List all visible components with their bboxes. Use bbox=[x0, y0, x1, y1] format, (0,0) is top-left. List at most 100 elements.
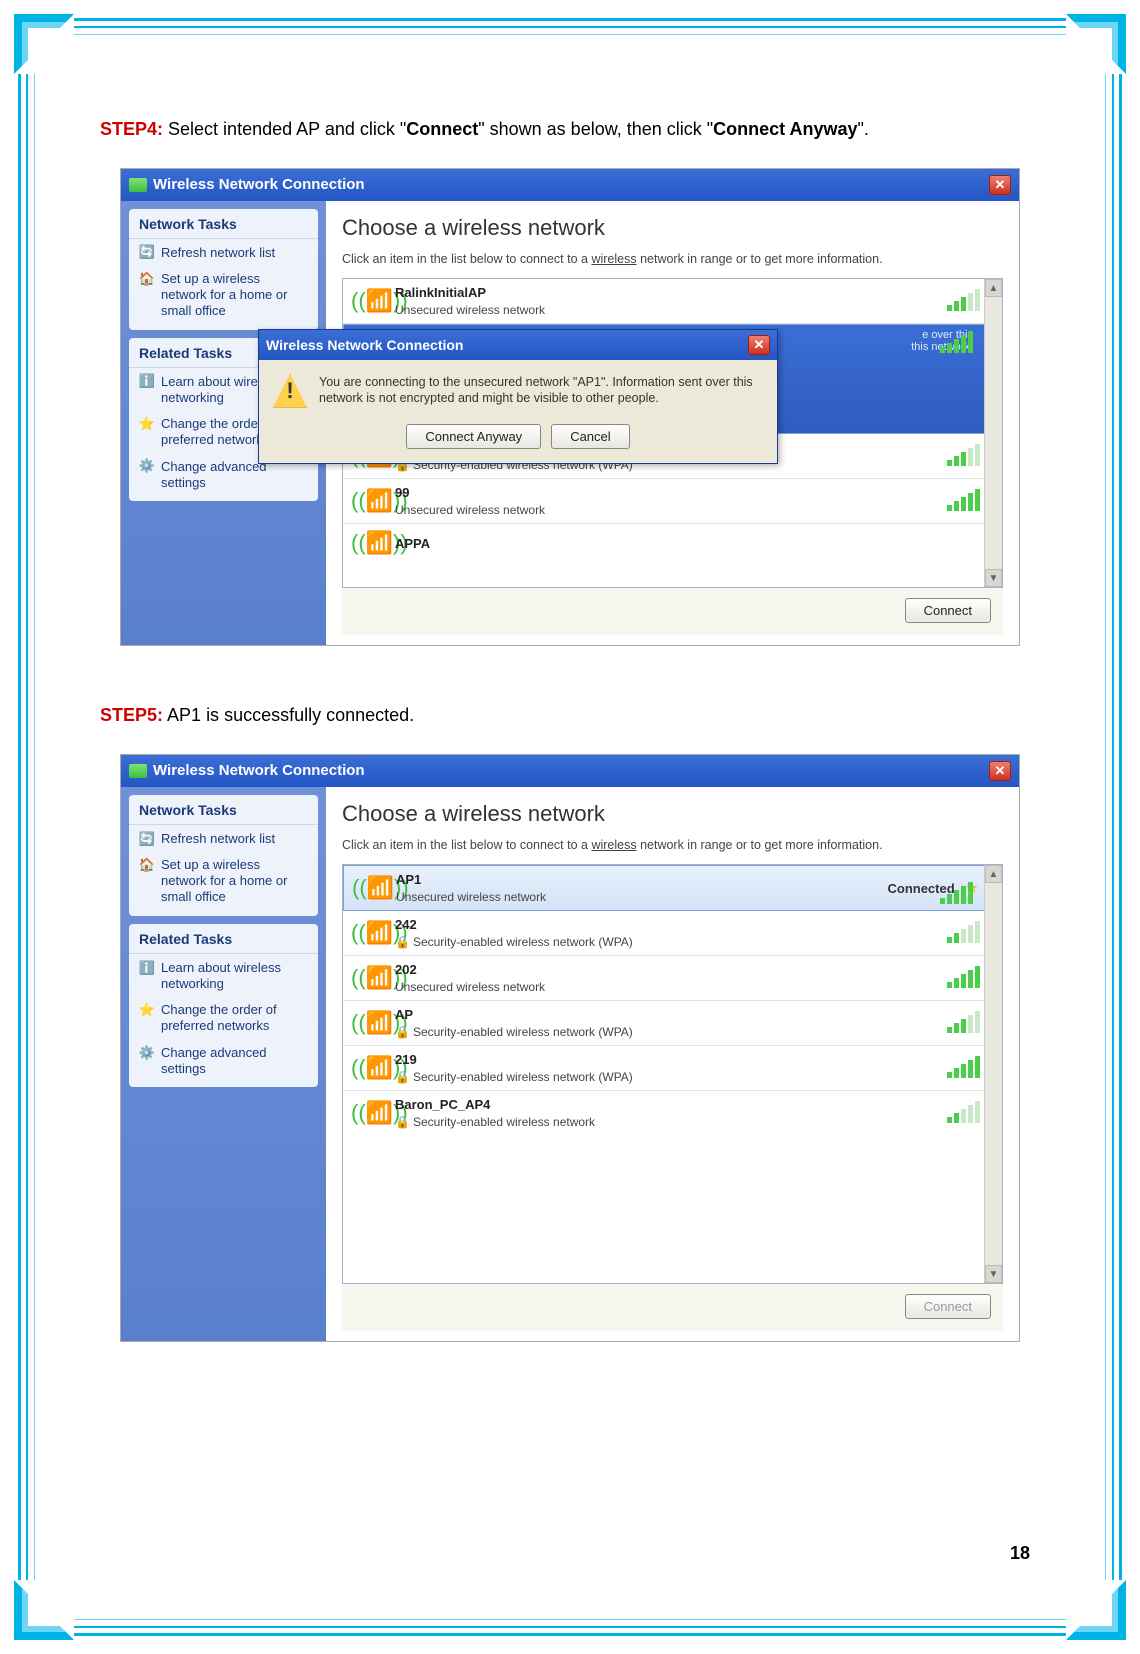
choose-network-heading: Choose a wireless network bbox=[342, 801, 1003, 827]
signal-bars-icon bbox=[929, 884, 973, 904]
network-name: 242 bbox=[395, 917, 926, 932]
network-security: Unsecured wireless network bbox=[395, 980, 926, 994]
network-security: Unsecured wireless network bbox=[396, 890, 877, 904]
choose-network-subtext: Click an item in the list below to conne… bbox=[342, 251, 1003, 269]
corner-decoration bbox=[1066, 1580, 1126, 1640]
signal-bars-icon bbox=[936, 491, 980, 511]
scrollbar[interactable]: ▲ ▼ bbox=[984, 865, 1002, 1283]
signal-bars-icon bbox=[936, 1013, 980, 1033]
info-icon: ℹ️ bbox=[139, 374, 155, 390]
step5-label: STEP5: bbox=[100, 705, 163, 725]
wifi-icon: ((📶)) bbox=[351, 1010, 385, 1036]
step4-connect-bold: Connect bbox=[406, 119, 478, 139]
dialog-close-button[interactable]: ✕ bbox=[748, 335, 770, 355]
window-title: Wireless Network Connection bbox=[153, 762, 365, 779]
wifi-icon: ((📶)) bbox=[351, 965, 385, 991]
wifi-icon: ((📶)) bbox=[351, 920, 385, 946]
network-name: 99 bbox=[395, 485, 926, 500]
network-item[interactable]: ((📶)) 202 Unsecured wireless network bbox=[343, 956, 1002, 1001]
wifi-icon: ((📶)) bbox=[351, 288, 385, 314]
connect-anyway-button[interactable]: Connect Anyway bbox=[406, 424, 541, 449]
screenshot-step5: Wireless Network Connection ✕ Network Ta… bbox=[120, 754, 1020, 1343]
dialog-title: Wireless Network Connection bbox=[266, 337, 463, 353]
network-item[interactable]: ((📶)) 99 Unsecured wireless network bbox=[343, 479, 1002, 524]
connect-button[interactable]: Connect bbox=[905, 598, 991, 623]
lock-icon: 🔒 bbox=[395, 1115, 410, 1129]
learn-wireless-link[interactable]: ℹ️ Learn about wireless networking bbox=[129, 954, 318, 997]
setup-icon: 🏠 bbox=[139, 857, 155, 873]
network-name: APPA bbox=[395, 536, 980, 551]
screenshot-step4: Wireless Network Connection ✕ Network Ta… bbox=[120, 168, 1020, 647]
network-security: Unsecured wireless network bbox=[395, 303, 926, 317]
dialog-message: You are connecting to the unsecured netw… bbox=[319, 374, 763, 408]
signal-bars-icon bbox=[936, 446, 980, 466]
signal-bars-icon bbox=[936, 291, 980, 311]
corner-decoration bbox=[14, 14, 74, 74]
window-title: Wireless Network Connection bbox=[153, 176, 365, 193]
info-icon: ℹ️ bbox=[139, 960, 155, 976]
scroll-down-icon[interactable]: ▼ bbox=[985, 1265, 1002, 1283]
network-tasks-heading: Network Tasks bbox=[129, 795, 318, 825]
network-security: 🔒Security-enabled wireless network (WPA) bbox=[395, 1025, 926, 1039]
network-item[interactable]: ((📶)) Baron_PC_AP4 🔒Security-enabled wir… bbox=[343, 1091, 1002, 1135]
wifi-icon: ((📶)) bbox=[352, 875, 386, 901]
network-name: RalinkInitialAP bbox=[395, 285, 926, 300]
signal-bars-icon bbox=[936, 1058, 980, 1078]
scrollbar[interactable]: ▲ ▼ bbox=[984, 279, 1002, 587]
signal-bars-icon bbox=[929, 333, 973, 353]
network-item-connected[interactable]: ((📶)) AP1 Unsecured wireless network Con… bbox=[343, 865, 1002, 911]
dialog-titlebar: Wireless Network Connection ✕ bbox=[259, 330, 777, 360]
main-pane: Choose a wireless network Click an item … bbox=[326, 201, 1019, 646]
gear-icon: ⚙️ bbox=[139, 459, 155, 475]
related-tasks-heading: Related Tasks bbox=[129, 924, 318, 954]
network-name: 219 bbox=[395, 1052, 926, 1067]
refresh-icon: 🔄 bbox=[139, 831, 155, 847]
gear-icon: ⚙️ bbox=[139, 1045, 155, 1061]
scroll-down-icon[interactable]: ▼ bbox=[985, 569, 1002, 587]
network-security: 🔒Security-enabled wireless network (WPA) bbox=[395, 935, 926, 949]
network-item[interactable]: ((📶)) APPA bbox=[343, 524, 1002, 562]
corner-decoration bbox=[14, 1580, 74, 1640]
step4-connect-anyway-bold: Connect Anyway bbox=[713, 119, 857, 139]
main-pane: Choose a wireless network Click an item … bbox=[326, 787, 1019, 1342]
change-order-link[interactable]: ⭐ Change the order of preferred networks bbox=[129, 996, 318, 1039]
refresh-network-list-link[interactable]: 🔄 Refresh network list bbox=[129, 239, 318, 265]
refresh-network-list-link[interactable]: 🔄 Refresh network list bbox=[129, 825, 318, 851]
network-security: Unsecured wireless network bbox=[395, 503, 926, 517]
star-icon: ⭐ bbox=[139, 1002, 155, 1018]
wifi-icon: ((📶)) bbox=[351, 1055, 385, 1081]
scroll-up-icon[interactable]: ▲ bbox=[985, 279, 1002, 297]
setup-icon: 🏠 bbox=[139, 271, 155, 287]
scroll-up-icon[interactable]: ▲ bbox=[985, 865, 1002, 883]
star-icon: ⭐ bbox=[139, 416, 155, 432]
network-item[interactable]: ((📶)) 242 🔒Security-enabled wireless net… bbox=[343, 911, 1002, 956]
connect-button[interactable]: Connect bbox=[905, 1294, 991, 1319]
sidebar: Network Tasks 🔄 Refresh network list 🏠 S… bbox=[121, 787, 326, 1342]
warning-dialog: Wireless Network Connection ✕ ! You are … bbox=[258, 329, 778, 464]
wireless-app-icon bbox=[129, 178, 147, 192]
wifi-icon: ((📶)) bbox=[351, 488, 385, 514]
step5-paragraph: STEP5: AP1 is successfully connected. bbox=[100, 696, 1040, 736]
network-item[interactable]: ((📶)) AP 🔒Security-enabled wireless netw… bbox=[343, 1001, 1002, 1046]
window-titlebar: Wireless Network Connection ✕ bbox=[121, 169, 1019, 201]
setup-wireless-link[interactable]: 🏠 Set up a wireless network for a home o… bbox=[129, 265, 318, 324]
close-button[interactable]: ✕ bbox=[989, 175, 1011, 195]
signal-bars-icon bbox=[936, 968, 980, 988]
network-security: 🔒Security-enabled wireless network (WPA) bbox=[395, 1070, 926, 1084]
cancel-button[interactable]: Cancel bbox=[551, 424, 629, 449]
refresh-icon: 🔄 bbox=[139, 245, 155, 261]
choose-network-heading: Choose a wireless network bbox=[342, 215, 1003, 241]
setup-wireless-link[interactable]: 🏠 Set up a wireless network for a home o… bbox=[129, 851, 318, 910]
network-item[interactable]: ((📶)) RalinkInitialAP Unsecured wireless… bbox=[343, 279, 1002, 324]
network-name: Baron_PC_AP4 bbox=[395, 1097, 926, 1112]
lock-icon: 🔒 bbox=[395, 1070, 410, 1084]
lock-icon: 🔒 bbox=[395, 935, 410, 949]
close-button[interactable]: ✕ bbox=[989, 761, 1011, 781]
step4-label: STEP4: bbox=[100, 119, 163, 139]
lock-icon: 🔒 bbox=[395, 1025, 410, 1039]
network-name: AP bbox=[395, 1007, 926, 1022]
network-item[interactable]: ((📶)) 219 🔒Security-enabled wireless net… bbox=[343, 1046, 1002, 1091]
choose-network-subtext: Click an item in the list below to conne… bbox=[342, 837, 1003, 855]
advanced-settings-link[interactable]: ⚙️ Change advanced settings bbox=[129, 1039, 318, 1082]
network-name: AP1 bbox=[396, 872, 877, 887]
